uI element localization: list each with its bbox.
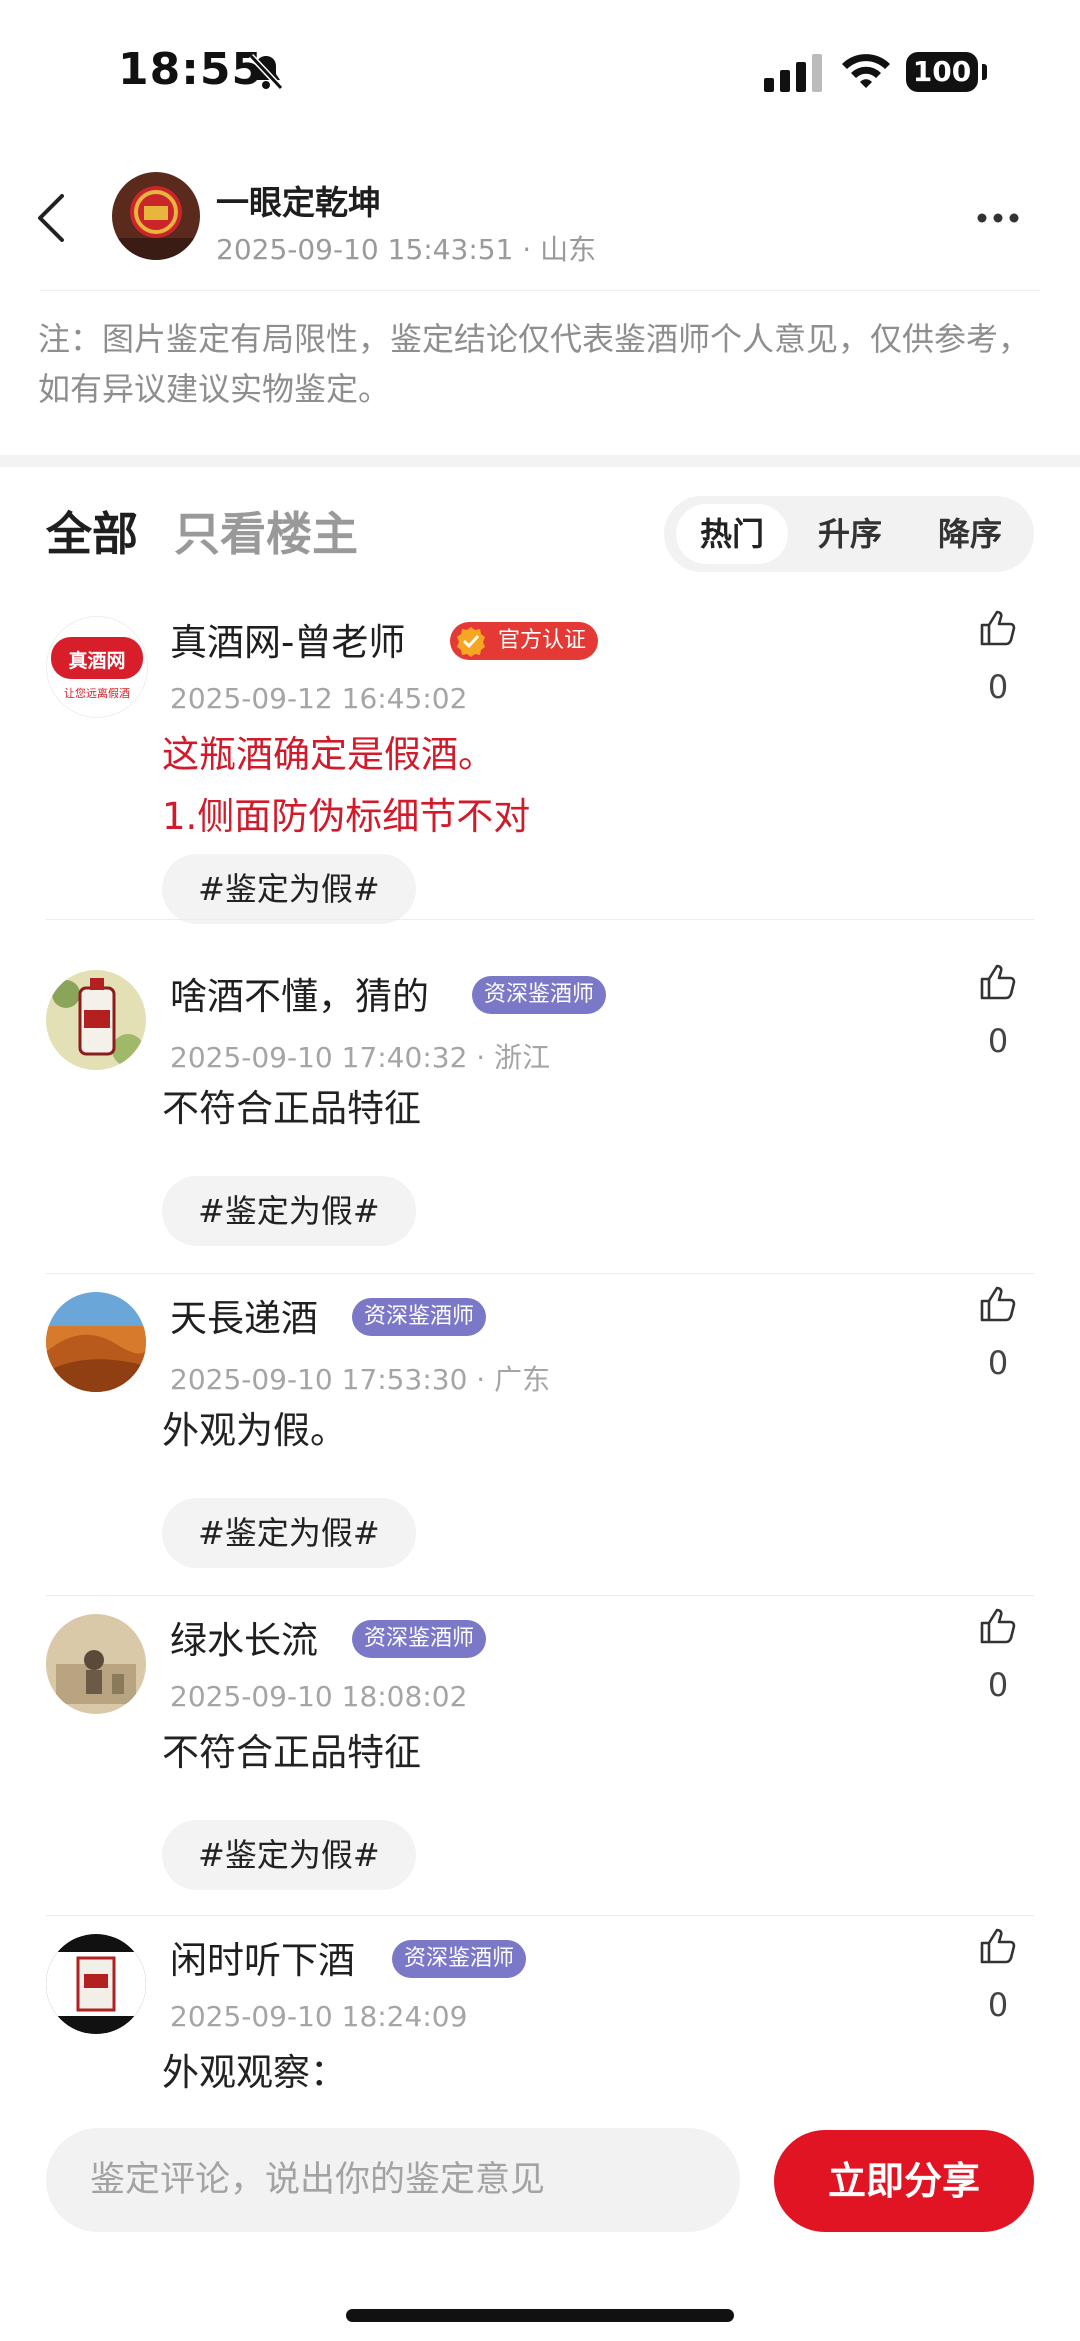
poster-name[interactable]: 一眼定乾坤 bbox=[216, 176, 381, 224]
verdict-tag[interactable]: #鉴定为假# bbox=[162, 1498, 416, 1568]
svg-text:真酒网: 真酒网 bbox=[68, 649, 125, 672]
sort-desc-button[interactable]: 降序 bbox=[914, 504, 1026, 564]
commenter-name[interactable]: 真酒网-曾老师 bbox=[170, 612, 405, 666]
avatar[interactable] bbox=[46, 1934, 146, 2034]
comment-line: 不符合正品特征 bbox=[162, 1731, 421, 1774]
filter-owner-only-tab[interactable]: 只看楼主 bbox=[174, 498, 358, 564]
like-count: 0 bbox=[987, 1666, 1009, 1704]
poster-avatar[interactable] bbox=[112, 172, 200, 260]
expert-badge: 资深鉴酒师 bbox=[472, 976, 607, 1014]
thumbs-up-icon[interactable] bbox=[978, 1926, 1018, 1966]
post-meta: 2025-09-10 15:43:51 · 山东 bbox=[216, 233, 597, 266]
comment-time: 2025-09-10 18:24:09 bbox=[170, 2000, 468, 2033]
sort-toggle: 热门 升序 降序 bbox=[664, 496, 1034, 572]
avatar[interactable] bbox=[46, 1614, 146, 1714]
comment-text: 外观为假。 bbox=[162, 1400, 347, 1462]
comment-line: 不符合正品特征 bbox=[162, 1087, 421, 1130]
comment-text: 外观观察： bbox=[162, 2042, 347, 2104]
bottle-box-avatar bbox=[46, 1934, 146, 2034]
verdict-tag[interactable]: #鉴定为假# bbox=[162, 854, 416, 924]
sort-asc-button[interactable]: 升序 bbox=[794, 504, 906, 564]
painting-avatar bbox=[46, 1614, 146, 1714]
battery-indicator: 100 bbox=[906, 52, 978, 92]
divider bbox=[46, 919, 1034, 920]
avatar[interactable] bbox=[46, 970, 146, 1070]
home-indicator[interactable] bbox=[346, 2309, 734, 2322]
avatar[interactable] bbox=[46, 1292, 146, 1392]
expert-badge: 资深鉴酒师 bbox=[352, 1298, 487, 1336]
signal-icon bbox=[764, 54, 822, 92]
comment-item: 啥酒不懂，猜的 资深鉴酒师 2025-09-10 17:40:32 · 浙江 不… bbox=[0, 952, 1080, 1274]
comment-line: 外观为假。 bbox=[162, 1409, 347, 1452]
filter-all-tab[interactable]: 全部 bbox=[46, 498, 138, 564]
status-time: 18:55 bbox=[118, 44, 264, 95]
more-icon[interactable] bbox=[976, 206, 1020, 230]
comment-time: 2025-09-12 16:45:02 bbox=[170, 682, 468, 715]
status-bar: 18:55 100 bbox=[0, 0, 1080, 150]
like-count: 0 bbox=[987, 1986, 1009, 2024]
comment-line: 外观观察： bbox=[162, 2051, 347, 2094]
comment-time: 2025-09-10 18:08:02 bbox=[170, 1680, 468, 1713]
like-count: 0 bbox=[987, 668, 1009, 706]
commenter-name[interactable]: 绿水长流 bbox=[170, 1610, 318, 1664]
thumbs-up-icon[interactable] bbox=[978, 962, 1018, 1002]
zhenjiu-logo: 真酒网 让您远离假酒 bbox=[51, 637, 143, 700]
back-icon[interactable] bbox=[32, 190, 72, 246]
comment-line: 1.侧面防伪标细节不对 bbox=[162, 795, 531, 838]
comment-text: 不符合正品特征 bbox=[162, 1078, 421, 1140]
comment-item: 闲时听下酒 资深鉴酒师 2025-09-10 18:24:09 外观观察： 0 bbox=[0, 1916, 1080, 2116]
verdict-tag[interactable]: #鉴定为假# bbox=[162, 1820, 416, 1890]
desert-avatar bbox=[46, 1292, 146, 1392]
battery-cap bbox=[982, 64, 987, 80]
avatar[interactable]: 真酒网 让您远离假酒 bbox=[46, 616, 148, 718]
sort-hot-button[interactable]: 热门 bbox=[676, 504, 788, 564]
commenter-name[interactable]: 天長递酒 bbox=[170, 1288, 318, 1342]
bell-muted-icon bbox=[248, 53, 284, 91]
wifi-icon bbox=[842, 54, 890, 88]
section-separator bbox=[0, 455, 1080, 467]
thumbs-up-icon[interactable] bbox=[978, 608, 1018, 648]
commenter-name[interactable]: 啥酒不懂，猜的 bbox=[170, 966, 429, 1020]
like-count: 0 bbox=[987, 1022, 1009, 1060]
verdict-tag[interactable]: #鉴定为假# bbox=[162, 1176, 416, 1246]
badge-label: 官方认证 bbox=[498, 628, 587, 653]
comment-input[interactable] bbox=[46, 2128, 740, 2232]
official-badge: 官方认证 bbox=[450, 622, 599, 660]
commenter-name[interactable]: 闲时听下酒 bbox=[170, 1930, 355, 1984]
comment-text: 不符合正品特征 bbox=[162, 1722, 421, 1784]
expert-badge: 资深鉴酒师 bbox=[352, 1620, 487, 1658]
thumbs-up-icon[interactable] bbox=[978, 1606, 1018, 1646]
comment-item: 绿水长流 资深鉴酒师 2025-09-10 18:08:02 不符合正品特征 #… bbox=[0, 1596, 1080, 1916]
divider bbox=[40, 290, 1040, 291]
disclaimer-notice: 注：图片鉴定有局限性，鉴定结论仅代表鉴酒师个人意见，仅供参考，如有异议建议实物鉴… bbox=[38, 320, 1031, 408]
svg-text:让您远离假酒: 让您远离假酒 bbox=[64, 686, 130, 700]
thumbs-up-icon[interactable] bbox=[978, 1284, 1018, 1324]
comment-item: 真酒网 让您远离假酒 真酒网-曾老师 官方认证 2025-09-12 16:45… bbox=[0, 598, 1080, 924]
like-count: 0 bbox=[987, 1344, 1009, 1382]
comment-item: 天長递酒 资深鉴酒师 2025-09-10 17:53:30 · 广东 外观为假… bbox=[0, 1274, 1080, 1596]
liquor-bottle-avatar bbox=[46, 970, 146, 1070]
expert-badge: 资深鉴酒师 bbox=[392, 1940, 527, 1978]
emblem-image bbox=[112, 172, 200, 260]
share-button[interactable]: 立即分享 bbox=[774, 2130, 1034, 2232]
verified-check-icon bbox=[457, 627, 485, 657]
comment-time: 2025-09-10 17:53:30 · 广东 bbox=[170, 1363, 551, 1396]
comment-time: 2025-09-10 17:40:32 · 浙江 bbox=[170, 1041, 551, 1074]
comment-line: 这瓶酒确定是假酒。 bbox=[162, 733, 495, 776]
comment-text: 这瓶酒确定是假酒。 1.侧面防伪标细节不对 bbox=[162, 724, 530, 848]
